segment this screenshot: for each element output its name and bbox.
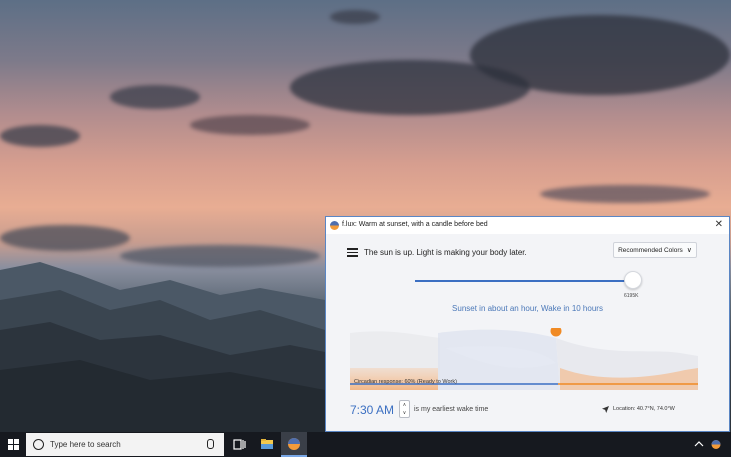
sunset-wake-text: Sunset in about an hour, Wake in 10 hour… xyxy=(452,304,603,313)
search-icon xyxy=(33,439,44,450)
windows-icon xyxy=(7,439,19,450)
system-tray xyxy=(691,432,731,457)
current-time-marker[interactable] xyxy=(550,328,562,337)
menu-icon[interactable] xyxy=(347,248,358,257)
recommended-colors-dropdown[interactable]: Recommended Colors ∨ xyxy=(613,242,697,258)
location-arrow-icon xyxy=(602,406,609,413)
title-bar: f.lux: Warm at sunset, with a candle bef… xyxy=(326,217,729,234)
task-view-button[interactable] xyxy=(226,432,252,457)
color-temperature-value: 6195K xyxy=(624,293,639,299)
chevron-down-icon: ∨ xyxy=(686,247,692,254)
location-text[interactable]: Location: 40.7°N, 74.0°W xyxy=(613,406,675,412)
wake-time-caption: is my earliest wake time xyxy=(414,406,489,413)
flux-taskbar-button[interactable] xyxy=(281,432,307,457)
flux-icon xyxy=(288,438,300,450)
circadian-response-label: Circadian response: 60% (Ready to Work) xyxy=(354,379,457,385)
chevron-up-icon[interactable]: ∧ xyxy=(401,402,408,408)
microphone-icon[interactable] xyxy=(207,439,214,449)
color-temperature-slider-track[interactable] xyxy=(415,280,634,282)
taskbar: Type here to search xyxy=(0,432,731,457)
taskbar-search-box[interactable]: Type here to search xyxy=(26,433,224,456)
wake-time-stepper[interactable]: ∧ ∨ xyxy=(399,400,410,418)
chevron-down-icon[interactable]: ∨ xyxy=(401,410,408,416)
window-title: f.lux: Warm at sunset, with a candle bef… xyxy=(342,221,488,228)
tray-icons xyxy=(694,440,721,449)
color-temperature-slider-handle[interactable] xyxy=(624,271,642,289)
wake-time-value[interactable]: 7:30 AM xyxy=(350,403,394,417)
start-button[interactable] xyxy=(0,432,26,457)
search-placeholder: Type here to search xyxy=(50,440,121,449)
recommended-colors-label: Recommended Colors xyxy=(618,246,683,254)
close-icon[interactable]: ✕ xyxy=(715,219,723,231)
file-explorer-icon xyxy=(261,439,273,449)
status-text: The sun is up. Light is making your body… xyxy=(364,248,527,257)
flux-icon xyxy=(330,221,339,230)
task-view-icon xyxy=(233,439,246,450)
chevron-up-icon xyxy=(694,441,704,447)
file-explorer-button[interactable] xyxy=(254,432,280,457)
flux-window: f.lux: Warm at sunset, with a candle bef… xyxy=(325,216,730,432)
